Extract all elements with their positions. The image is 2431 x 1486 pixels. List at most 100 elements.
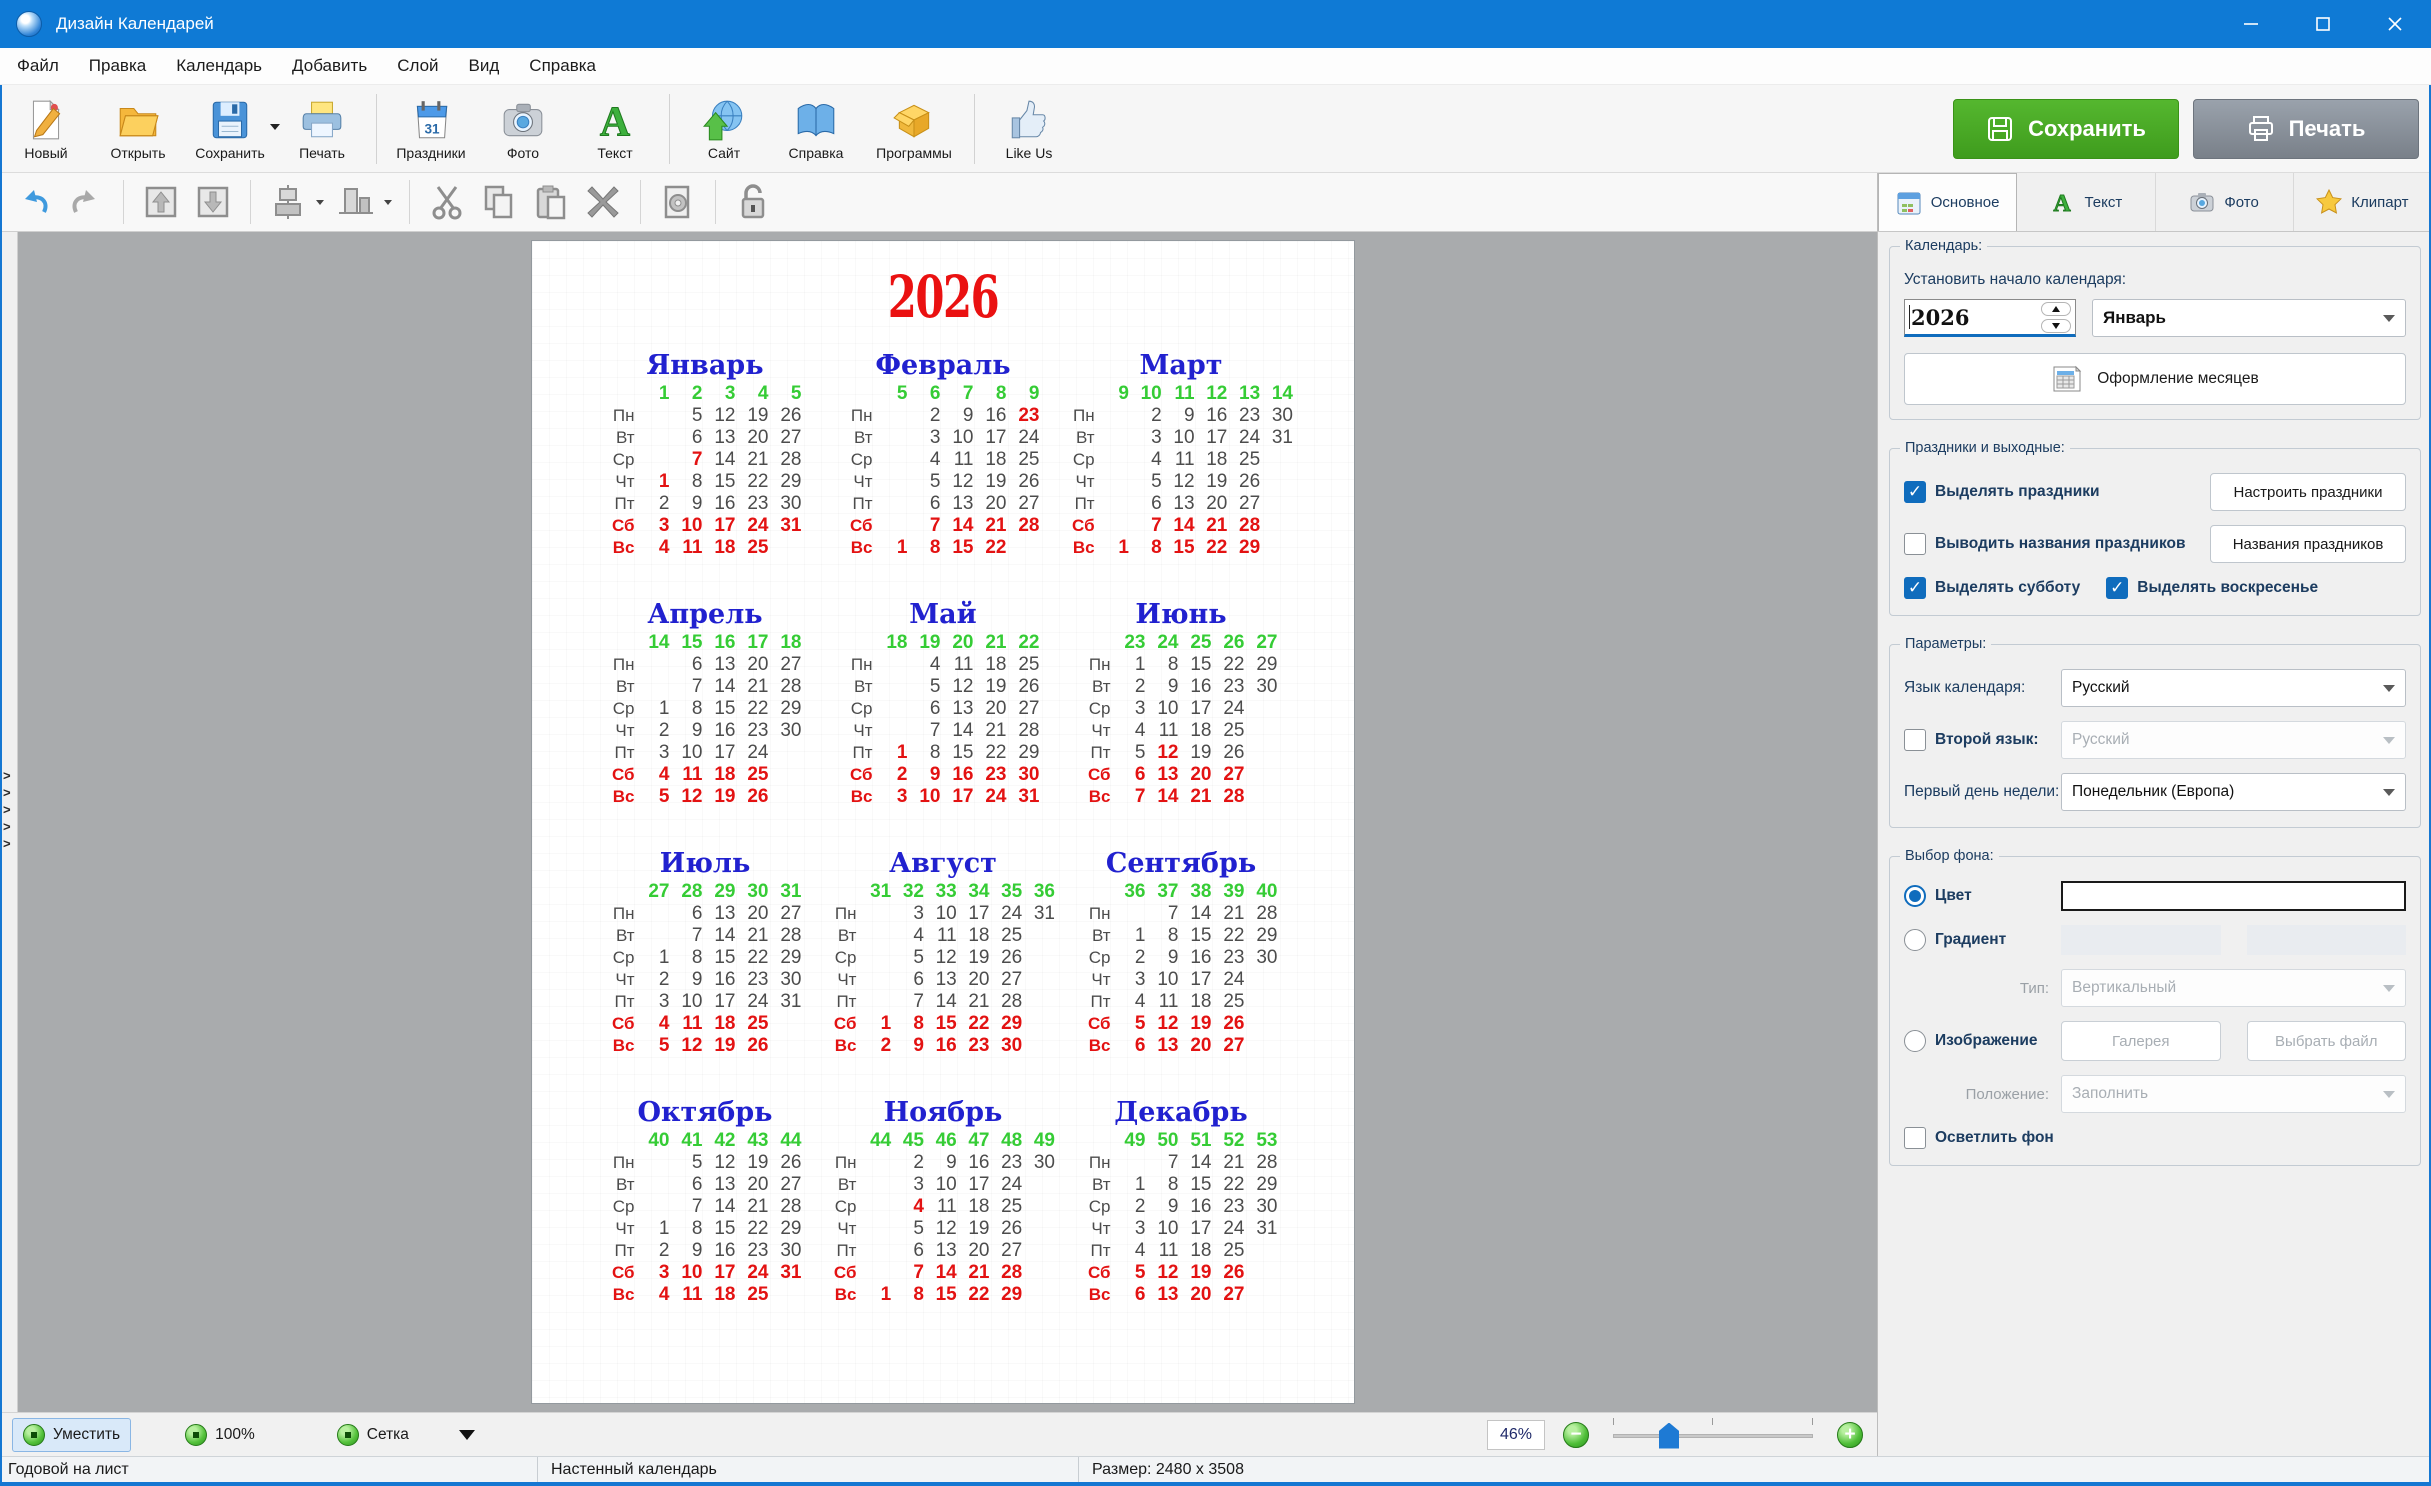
menu-edit[interactable]: Правка [74, 48, 161, 84]
delete-icon[interactable] [583, 182, 623, 222]
tab-text[interactable]: A Текст [2017, 173, 2155, 231]
menu-view[interactable]: Вид [454, 48, 515, 84]
day-cell: 31 [1014, 786, 1047, 808]
first-day-select[interactable]: Понедельник (Европа) [2061, 773, 2406, 811]
properties-gear-icon[interactable] [658, 182, 698, 222]
programs-button[interactable]: Программы [862, 88, 966, 170]
highlight-holidays-label: Выделять праздники [1935, 483, 2100, 501]
text-button[interactable]: A Текст [569, 88, 661, 170]
background-image-radio[interactable] [1904, 1030, 1926, 1052]
print-action-button[interactable]: Печать [2193, 99, 2419, 159]
day-cell: 29 [776, 947, 809, 969]
start-month-select[interactable]: Январь [2092, 299, 2406, 337]
day-cell: 6 [677, 1174, 710, 1196]
panel-collapse-strip[interactable]: >>>>> [0, 232, 18, 1412]
minimize-button[interactable] [2215, 0, 2287, 48]
like-us-button[interactable]: Like Us [983, 88, 1075, 170]
holidays-button[interactable]: 31 Праздники [385, 88, 477, 170]
undo-icon[interactable] [14, 182, 54, 222]
open-button[interactable]: Открыть [92, 88, 184, 170]
grid-button[interactable]: Сетка [327, 1419, 419, 1451]
copy-icon[interactable] [479, 182, 519, 222]
fit-to-window-button[interactable]: Уместить [12, 1418, 131, 1452]
new-button[interactable]: Новый [0, 88, 92, 170]
configure-holidays-button[interactable]: Настроить праздники [2210, 473, 2406, 511]
background-color-swatch[interactable] [2061, 881, 2406, 911]
tab-photo[interactable]: Фото [2156, 173, 2294, 231]
gradient-start-swatch[interactable] [2061, 925, 2221, 955]
background-color-radio[interactable] [1904, 885, 1926, 907]
day-cell [1029, 1240, 1062, 1262]
day-cell: 3 [644, 515, 677, 537]
align-vertical-icon[interactable] [336, 182, 376, 222]
highlight-holidays-checkbox[interactable]: ✓ [1904, 481, 1926, 503]
choose-file-button[interactable]: Выбрать файл [2247, 1021, 2407, 1061]
holiday-names-button[interactable]: Названия праздников [2210, 525, 2406, 563]
zoom-out-button[interactable]: − [1563, 1422, 1589, 1448]
image-position-select[interactable]: Заполнить [2061, 1075, 2406, 1113]
second-language-select[interactable]: Русский [2061, 721, 2406, 759]
tab-clipart[interactable]: Клипарт [2294, 173, 2431, 231]
highlight-saturday-checkbox[interactable]: ✓ [1904, 577, 1926, 599]
zoom-in-button[interactable]: + [1837, 1422, 1863, 1448]
align-horizontal-dropdown[interactable] [316, 200, 324, 205]
month-title: Август [824, 847, 1062, 881]
show-holiday-names-checkbox[interactable] [1904, 533, 1926, 555]
day-cell: 2 [865, 1035, 898, 1057]
move-layer-down-icon[interactable] [193, 182, 233, 222]
week-number: 11 [1169, 383, 1202, 405]
menu-calendar[interactable]: Календарь [161, 48, 277, 84]
highlight-sunday-checkbox[interactable]: ✓ [2106, 577, 2128, 599]
align-horizontal-icon[interactable] [268, 182, 308, 222]
menu-layer[interactable]: Слой [382, 48, 453, 84]
splitter-handle-icon[interactable]: >>>>> [3, 768, 11, 851]
menu-help[interactable]: Справка [514, 48, 611, 84]
slider-track[interactable] [1613, 1434, 1813, 1438]
second-language-checkbox[interactable] [1904, 729, 1926, 751]
cut-icon[interactable] [427, 182, 467, 222]
align-vertical-dropdown[interactable] [384, 200, 392, 205]
weekday-label: Пт [602, 1240, 644, 1262]
gradient-type-select[interactable]: Вертикальный [2061, 969, 2406, 1007]
menu-add[interactable]: Добавить [277, 48, 382, 84]
calendar-page[interactable]: 2026 Январь12345Пн5121926Вт6132027Ср7142… [531, 240, 1355, 1404]
paste-icon[interactable] [531, 182, 571, 222]
day-cell [776, 1284, 809, 1306]
gallery-button[interactable]: Галерея [2061, 1021, 2221, 1061]
language-select[interactable]: Русский [2061, 669, 2406, 707]
month-design-button[interactable]: Оформление месяцев [1904, 353, 2406, 405]
zoom-slider[interactable] [1613, 1418, 1813, 1452]
tab-main[interactable]: Основное [1878, 173, 2017, 231]
day-cell: 20 [1202, 493, 1235, 515]
day-cell: 22 [743, 947, 776, 969]
start-of-calendar-label: Установить начало календаря: [1904, 271, 2406, 289]
zoom-percent-input[interactable]: 46% [1487, 1420, 1545, 1450]
slider-thumb[interactable] [1659, 1423, 1679, 1449]
save-action-button[interactable]: Сохранить [1953, 99, 2179, 159]
year-spin-up-button[interactable] [2041, 302, 2071, 316]
gradient-end-swatch[interactable] [2247, 925, 2407, 955]
background-gradient-radio[interactable] [1904, 929, 1926, 951]
lock-icon[interactable] [733, 182, 773, 222]
save-button[interactable]: Сохранить [184, 88, 276, 170]
design-canvas[interactable]: >>>>> 2026 Январь12345Пн5121926Вт6132027… [0, 232, 1877, 1412]
menu-file[interactable]: Файл [2, 48, 74, 84]
day-cell: 12 [677, 1035, 710, 1057]
move-layer-up-icon[interactable] [141, 182, 181, 222]
lighten-background-checkbox[interactable] [1904, 1127, 1926, 1149]
year-input[interactable]: 2026 [1904, 299, 2076, 337]
year-spin-down-button[interactable] [2041, 319, 2071, 333]
photo-button[interactable]: Фото [477, 88, 569, 170]
background-group: Выбор фона: Цвет Градиент Тип: Вертикаль… [1889, 856, 2421, 1166]
print-button[interactable]: Печать [276, 88, 368, 170]
zoom-100-button[interactable]: 100% [175, 1419, 265, 1451]
maximize-button[interactable] [2287, 0, 2359, 48]
close-button[interactable] [2359, 0, 2431, 48]
site-button[interactable]: Сайт [678, 88, 770, 170]
redo-icon[interactable] [66, 182, 106, 222]
day-cell [1267, 515, 1300, 537]
help-button[interactable]: Справка [770, 88, 862, 170]
grid-dropdown-arrow[interactable] [459, 1430, 475, 1440]
day-cell [1104, 405, 1136, 427]
weekday-label: Пн [602, 903, 644, 925]
